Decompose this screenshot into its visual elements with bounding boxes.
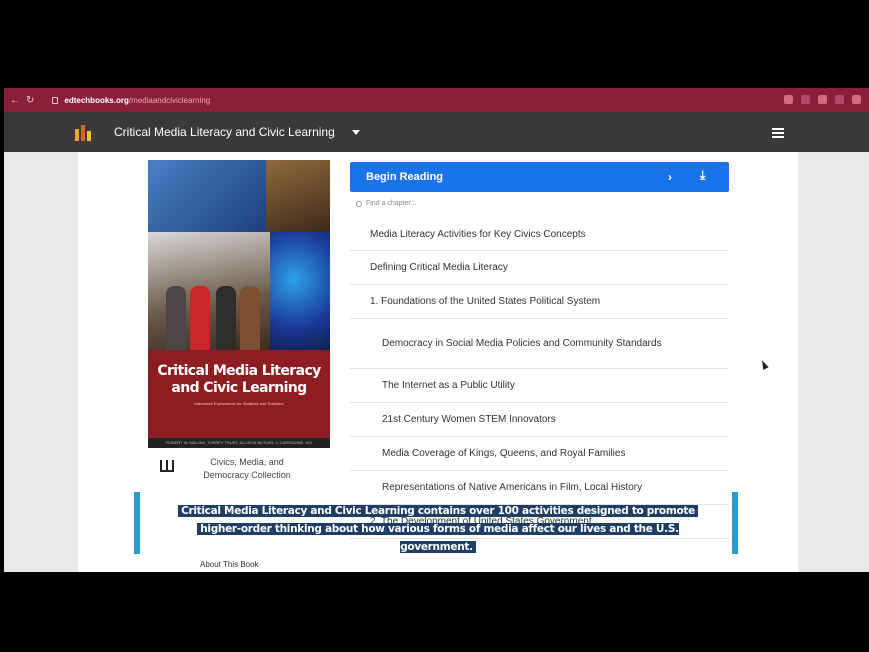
cover-title-line1: Critical Media Literacy [157,363,321,379]
lock-icon [52,96,59,104]
book-title-menu[interactable]: Critical Media Literacy and Civic Learni… [114,125,335,139]
cover-authors: ROBERT W. MALONI, TORREY TRUST, ALLISON … [148,438,330,448]
site-header: Critical Media Literacy and Civic Learni… [4,112,869,152]
chapter-item[interactable]: Democracy in Social Media Policies and C… [350,319,729,369]
chapter-list: Media Literacy Activities for Key Civics… [350,218,729,539]
caption-line-1: Critical Media Literacy and Civic Learni… [178,505,698,517]
collection-label: Civics, Media, and Democracy Collection [203,457,291,480]
screen: ← ↻ edtechbooks.org/mediaandciviclearnin… [4,88,869,572]
open-book-icon [160,460,174,472]
address-bar[interactable]: edtechbooks.org/mediaandciviclearning [64,96,210,105]
chapter-item[interactable]: Media Literacy Activities for Key Civics… [350,218,729,251]
chapter-item[interactable]: The Internet as a Public Utility [350,369,729,403]
window-minimize-icon[interactable] [835,95,844,104]
browser-actions [784,95,861,104]
hamburger-menu-icon[interactable] [772,128,784,140]
download-icon[interactable]: ⤓ [700,168,705,183]
find-chapter-placeholder: Find a chapter... [366,200,417,207]
window-close-icon[interactable] [852,95,861,104]
begin-reading-label: Begin Reading [366,171,444,183]
chapter-item[interactable]: Media Coverage of Kings, Queens, and Roy… [350,437,729,471]
video-caption: Critical Media Literacy and Civic Learni… [178,502,698,556]
search-icon [356,200,362,207]
caption-line-2: higher-order thinking about how various … [197,523,679,553]
url-path: /mediaandciviclearning [128,95,211,105]
profile-icon[interactable] [818,95,827,104]
chapter-item[interactable]: 21st Century Women STEM Innovators [350,403,729,437]
cover-title-line2: and Civic Learning [171,380,307,396]
chevron-right-icon: › [668,170,672,184]
cover-subtitle: Interactive Explorations for Students an… [194,401,284,406]
reload-icon[interactable]: ↻ [26,95,34,106]
find-chapter-input[interactable]: Find a chapter... [356,200,726,214]
browser-toolbar: ← ↻ edtechbooks.org/mediaandciviclearnin… [4,88,869,112]
begin-reading-button[interactable]: Begin Reading › ⤓ [350,162,729,192]
caret-down-icon[interactable] [352,130,360,135]
chapter-item[interactable]: 1. Foundations of the United States Poli… [350,285,729,319]
back-icon[interactable]: ← [10,95,20,106]
about-this-book-link[interactable]: About This Book [200,560,259,569]
extension-icon[interactable] [784,95,793,104]
extension-icon[interactable] [801,95,810,104]
edtechbooks-logo-icon[interactable] [75,125,92,141]
chapter-item[interactable]: Defining Critical Media Literacy [350,251,729,285]
cover-collage [148,160,330,350]
url-domain: edtechbooks.org [64,95,129,105]
cover-title-band: Critical Media Literacy and Civic Learnin… [148,350,330,438]
book-cover: Critical Media Literacy and Civic Learnin… [148,160,330,448]
